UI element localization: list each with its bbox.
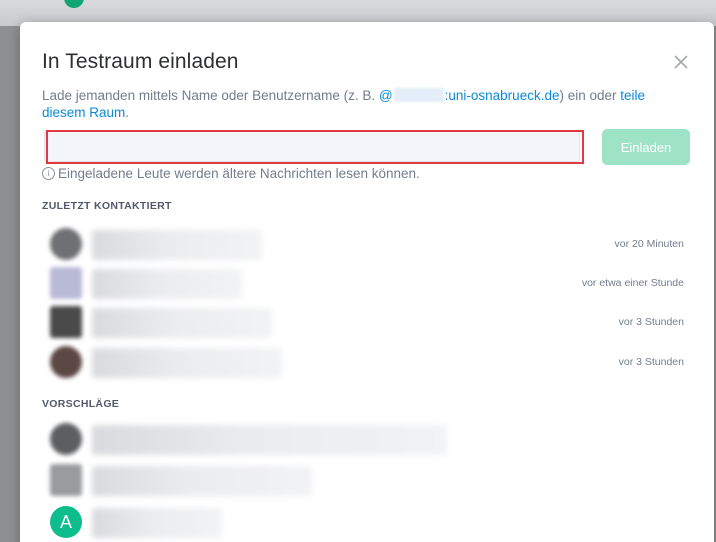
suggestion-row[interactable] bbox=[48, 423, 688, 457]
history-hint: i Eingeladene Leute werden ältere Nachri… bbox=[42, 166, 420, 181]
invite-button[interactable]: Einladen bbox=[602, 129, 690, 165]
close-button[interactable] bbox=[671, 52, 691, 72]
suggestion-row[interactable] bbox=[48, 464, 688, 498]
recent-contact-row[interactable]: vor 3 Stunden bbox=[48, 346, 688, 380]
redacted-name bbox=[92, 508, 222, 538]
last-contact-time: vor 3 Stunden bbox=[618, 356, 684, 368]
contact-avatar bbox=[50, 228, 82, 260]
info-icon: i bbox=[42, 167, 55, 180]
redacted-name bbox=[92, 308, 272, 338]
last-contact-time: vor 3 Stunden bbox=[618, 316, 684, 328]
recent-heading: ZULETZT KONTAKTIERT bbox=[42, 200, 172, 212]
background-avatar bbox=[64, 0, 84, 8]
dialog-title: In Testraum einladen bbox=[42, 50, 239, 73]
description-prefix: Lade jemanden mittels Name oder Benutzer… bbox=[42, 88, 379, 103]
last-contact-time: vor etwa einer Stunde bbox=[581, 277, 684, 289]
contact-avatar-letter: A bbox=[50, 506, 82, 538]
last-contact-time: vor 20 Minuten bbox=[614, 238, 684, 250]
example-mention: @ :uni-osnabrueck.de bbox=[378, 88, 560, 103]
dialog-description: Lade jemanden mittels Name oder Benutzer… bbox=[42, 87, 692, 121]
redacted-name bbox=[92, 425, 447, 455]
contact-avatar bbox=[50, 306, 82, 338]
close-icon bbox=[674, 55, 688, 69]
redacted-name bbox=[92, 348, 282, 378]
contact-avatar bbox=[50, 267, 82, 299]
redacted-username bbox=[393, 88, 444, 102]
hint-text: Eingeladene Leute werden ältere Nachrich… bbox=[58, 166, 420, 181]
contact-avatar bbox=[50, 464, 82, 496]
description-suffix: . bbox=[125, 105, 130, 120]
redacted-name bbox=[92, 269, 242, 299]
redacted-name bbox=[92, 230, 262, 260]
mention-at: @ bbox=[378, 88, 393, 103]
description-middle: ) ein oder bbox=[559, 88, 621, 103]
contact-avatar bbox=[50, 423, 82, 455]
redacted-name bbox=[92, 466, 312, 496]
invite-search-input[interactable] bbox=[44, 130, 580, 162]
recent-contact-row[interactable]: vor 3 Stunden bbox=[48, 306, 688, 340]
recent-contact-row[interactable]: vor etwa einer Stunde bbox=[48, 267, 688, 301]
contact-avatar bbox=[50, 346, 82, 378]
recent-contact-row[interactable]: vor 20 Minuten bbox=[48, 228, 688, 262]
mention-domain: :uni-osnabrueck.de bbox=[444, 88, 560, 103]
suggestions-heading: VORSCHLÄGE bbox=[42, 398, 120, 410]
invite-dialog: In Testraum einladen Lade jemanden mitte… bbox=[20, 22, 714, 542]
suggestion-row[interactable]: A bbox=[48, 506, 688, 540]
